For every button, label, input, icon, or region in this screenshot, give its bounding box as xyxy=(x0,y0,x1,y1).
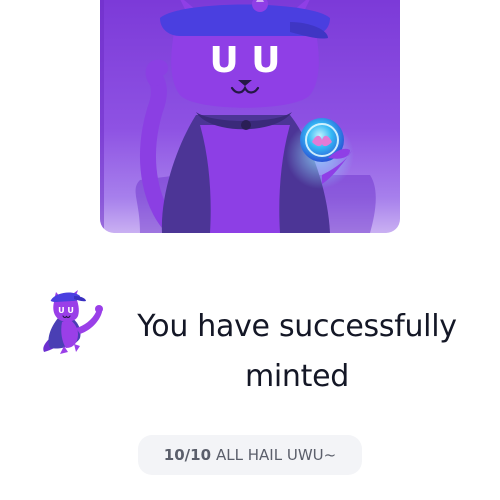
nft-image-card: U U xyxy=(100,0,400,233)
uwu-cat-mascot-icon: U U xyxy=(43,290,103,354)
mint-status-badge: 10/10 ALL HAIL UWU~ xyxy=(138,435,362,475)
uwu-cat-artwork: U U xyxy=(100,0,400,233)
mint-status-text: ALL HAIL UWU~ xyxy=(216,446,337,464)
svg-text:U U: U U xyxy=(58,306,74,315)
mint-count: 10/10 xyxy=(163,446,212,464)
mint-success-headline: You have successfully minted xyxy=(137,309,457,394)
mint-success-message: U U You have successfully minted xyxy=(40,288,480,398)
cat-face-eyes: U U xyxy=(210,40,281,81)
mint-success-page: U U U U You have successfully minted 10/… xyxy=(0,0,500,500)
